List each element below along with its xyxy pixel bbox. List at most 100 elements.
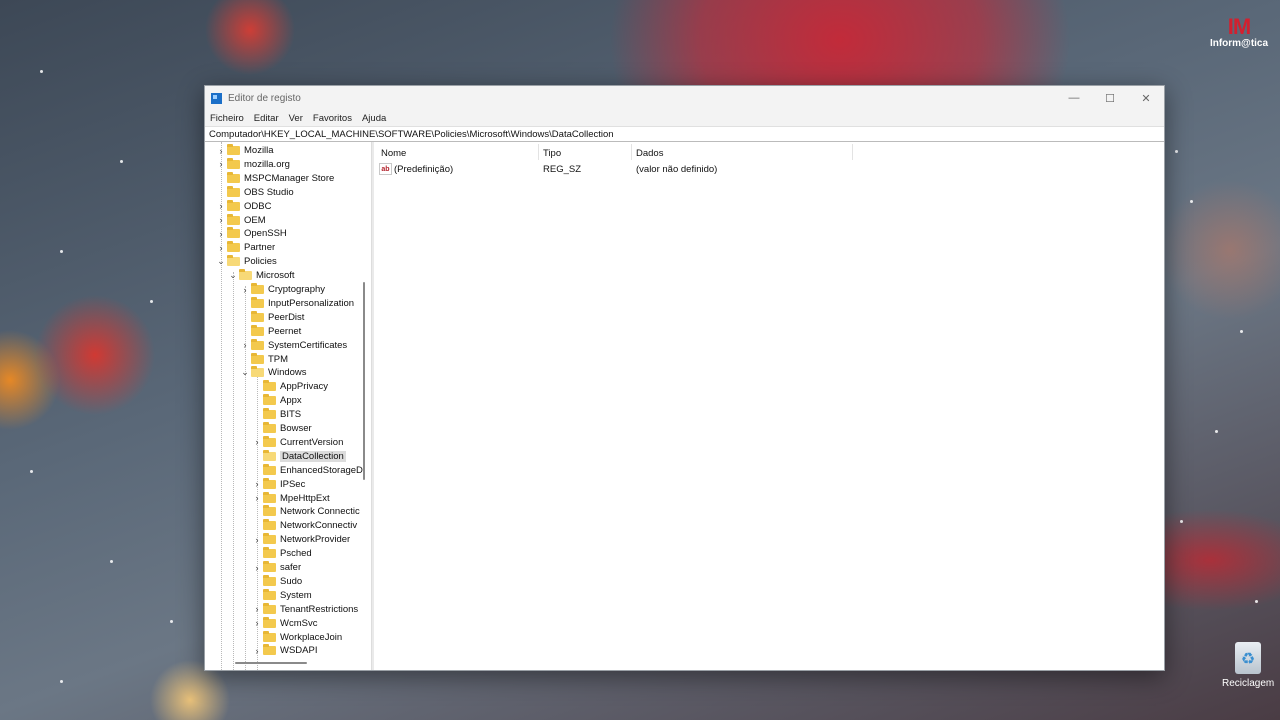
tree-node[interactable]: › Mozilla [215,144,274,157]
window-controls: — ☐ ✕ [1056,86,1164,110]
tree-node[interactable]: MSPCManager Store [215,171,335,185]
expand-chevron-icon[interactable]: › [215,159,227,169]
tree-node-label: Bowser [280,423,312,434]
tree-node[interactable]: EnhancedStorageD [251,463,363,477]
tree-node[interactable]: BITS [251,408,301,421]
table-row[interactable]: ab (Predefinição) REG_SZ (valor não defi… [375,162,1164,176]
menu-editar[interactable]: Editar [254,113,279,124]
tree-node[interactable]: PeerDist [239,310,304,324]
tree-node[interactable]: › NetworkProvider [251,533,350,546]
collapse-chevron-icon[interactable]: ⌄ [227,270,239,281]
tree-node-label: MSPCManager Store [244,172,335,184]
tree-node[interactable]: › mozilla.org [215,157,290,171]
expand-chevron-icon[interactable]: › [251,493,263,503]
menu-ver[interactable]: Ver [289,113,303,124]
tree-horizontal-scrollbar[interactable] [235,662,307,664]
collapse-chevron-icon[interactable]: ⌄ [239,367,251,378]
column-header-dados[interactable]: Dados [636,146,663,160]
expand-chevron-icon[interactable]: › [239,285,251,295]
snow-flake [120,160,123,163]
tree-node[interactable]: › OEM [215,213,266,227]
tree-node[interactable]: Peernet [239,324,301,338]
tree-node[interactable]: AppPrivacy [251,380,328,393]
expand-chevron-icon[interactable]: › [251,437,263,447]
tree-node[interactable]: DataCollection [251,449,346,463]
maximize-button[interactable]: ☐ [1092,86,1128,110]
expand-chevron-icon[interactable]: › [251,535,263,545]
folder-icon [263,394,276,406]
tree-node[interactable]: › WcmSvc [251,616,317,630]
address-bar[interactable]: Computador\HKEY_LOCAL_MACHINE\SOFTWARE\P… [205,126,1164,142]
tree-node-label: Microsoft [256,270,295,282]
snow-flake [1175,150,1178,153]
snow-flake [1190,200,1193,203]
snow-flake [60,680,63,683]
recycle-bin-shortcut[interactable]: Reciclagem [1222,642,1274,689]
folder-icon [263,616,276,628]
tree-node[interactable]: ⌄ Windows [239,366,307,379]
tree-node[interactable]: › MpeHttpExt [251,491,330,505]
expand-chevron-icon[interactable]: › [215,146,227,156]
column-header-nome[interactable]: Nome [381,146,406,160]
folder-icon [251,352,264,364]
tree-node[interactable]: › IPSec [251,477,305,491]
tree-node[interactable]: WorkplaceJoin [251,630,342,644]
tree-node[interactable]: System [251,588,312,602]
expand-chevron-icon[interactable]: › [251,479,263,489]
column-divider[interactable] [852,144,853,160]
tree-node[interactable]: › CurrentVersion [251,435,343,449]
column-header-tipo[interactable]: Tipo [543,146,561,160]
tree-node-label: Partner [244,242,276,254]
folder-icon [263,588,276,600]
registry-key-tree: › Mozilla › mozilla.org MSPCManager Store OBS… [205,142,372,670]
folder-icon [251,366,264,378]
expand-chevron-icon[interactable]: › [215,215,227,225]
tree-node[interactable]: › OpenSSH [215,227,287,240]
minimize-button[interactable]: — [1056,86,1092,110]
menu-ficheiro[interactable]: Ficheiro [210,113,244,124]
collapse-chevron-icon[interactable]: ⌄ [215,256,227,267]
registry-editor-window: Editor de registo — ☐ ✕ Ficheiro Editar … [204,85,1165,671]
menu-favoritos[interactable]: Favoritos [313,113,352,124]
expand-chevron-icon[interactable]: › [215,229,227,239]
tree-node[interactable]: › Cryptography [239,283,325,296]
tree-node[interactable]: ⌄ Microsoft [227,269,295,282]
tree-node[interactable]: NetworkConnectiv [251,519,357,532]
tree-node[interactable]: › TenantRestrictions [251,602,358,616]
tree-node[interactable]: TPM [239,352,288,366]
expand-chevron-icon[interactable]: › [251,563,263,573]
expand-chevron-icon[interactable]: › [215,201,227,211]
tree-node[interactable]: › Partner [215,241,275,254]
tree-node[interactable]: InputPersonalization [239,296,354,310]
tree-node-label: safer [280,562,302,573]
title-bar[interactable]: Editor de registo — ☐ ✕ [205,86,1164,110]
snow-flake [1240,330,1243,333]
folder-icon [263,435,276,447]
tree-node-label: BITS [280,409,302,421]
tree-guide-line [233,272,234,670]
tree-node[interactable]: › ODBC [215,199,271,213]
tree-node[interactable]: Sudo [251,574,302,588]
tree-vertical-scrollbar[interactable] [363,282,365,480]
expand-chevron-icon[interactable]: › [239,340,251,350]
expand-chevron-icon[interactable]: › [251,646,263,656]
column-divider[interactable] [538,144,539,160]
pane-splitter[interactable] [372,142,374,670]
tree-node[interactable]: › safer [251,561,301,574]
tree-node[interactable]: Appx [251,394,302,407]
expand-chevron-icon[interactable]: › [251,604,263,614]
tree-node[interactable]: › WSDAPI [251,644,317,657]
expand-chevron-icon[interactable]: › [251,618,263,628]
tree-node[interactable]: Bowser [251,422,312,435]
expand-chevron-icon[interactable]: › [215,243,227,253]
folder-icon [263,602,276,614]
tree-node[interactable]: › SystemCertificates [239,338,347,352]
folder-icon [227,255,240,267]
tree-node[interactable]: Network Connectic [251,505,360,518]
tree-node[interactable]: OBS Studio [215,185,294,199]
tree-node[interactable]: Psched [251,547,312,560]
close-button[interactable]: ✕ [1128,86,1164,110]
menu-ajuda[interactable]: Ajuda [362,113,386,124]
tree-node[interactable]: ⌄ Policies [215,255,277,268]
column-divider[interactable] [631,144,632,160]
